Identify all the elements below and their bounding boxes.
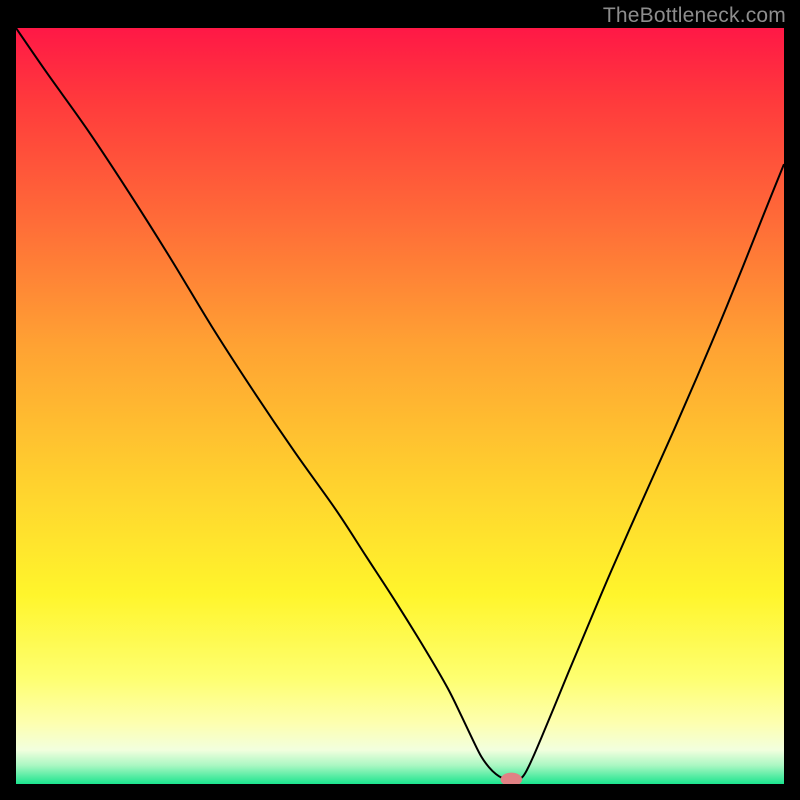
chart-frame: TheBottleneck.com [0, 0, 800, 800]
bottleneck-chart [16, 28, 784, 784]
watermark-text: TheBottleneck.com [603, 4, 786, 28]
chart-background [16, 28, 784, 784]
